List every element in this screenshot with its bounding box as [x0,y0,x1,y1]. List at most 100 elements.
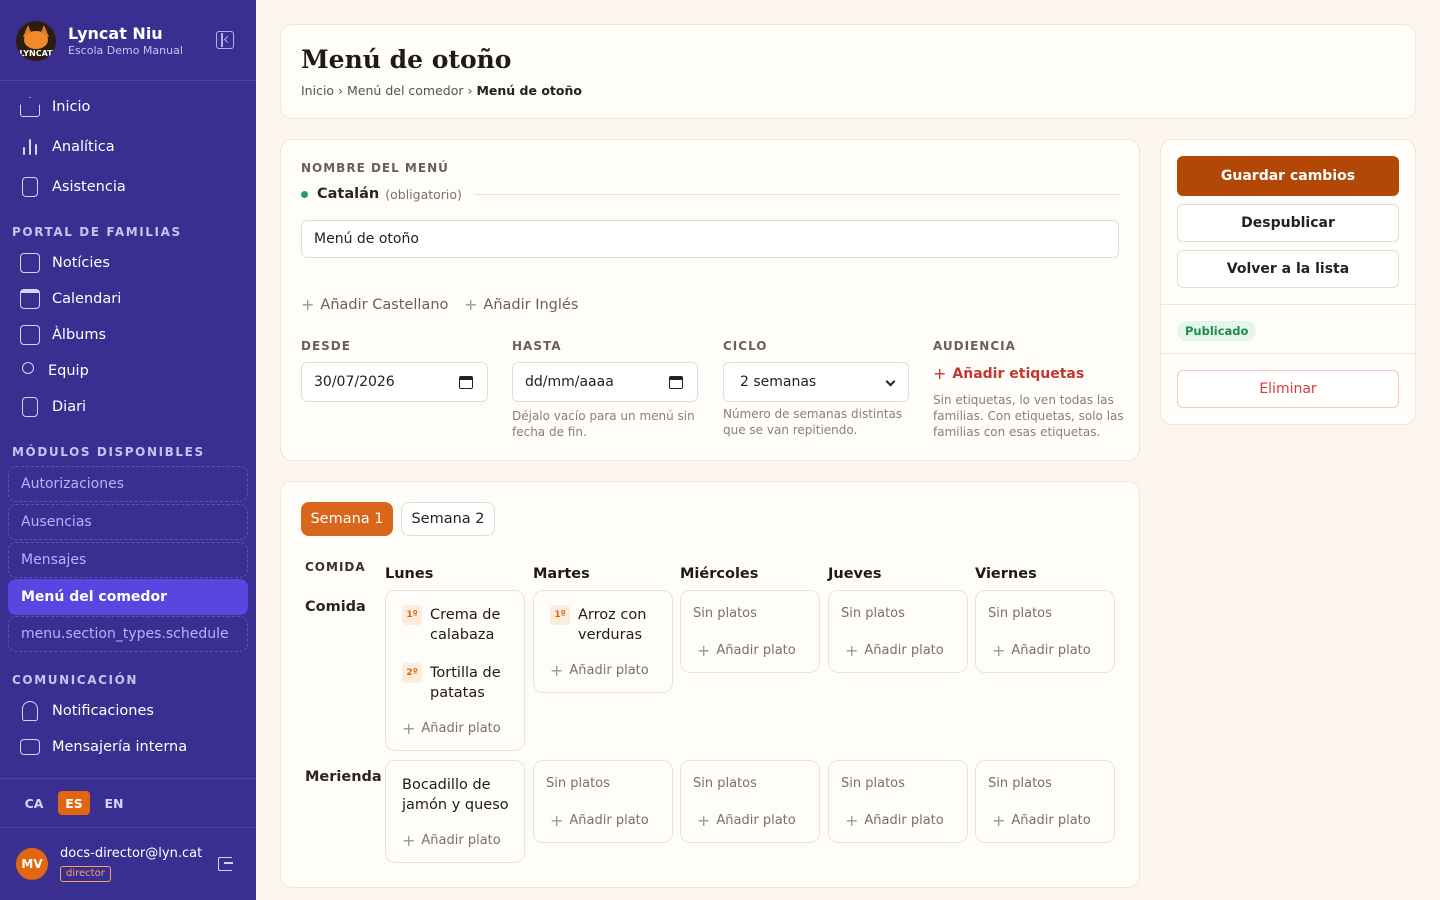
ciclo-value: 2 semanas [740,374,817,390]
breadcrumb: Inicio › Menú del comedor › Menú de otoñ… [301,83,582,98]
ciclo-label: CICLO [723,339,768,353]
calendar-icon[interactable] [669,376,683,389]
chat-icon [20,739,40,755]
add-tags-button[interactable]: + Añadir etiquetas [933,364,1084,383]
brand[interactable]: LYNCAT Lyncat Niu Escola Demo Manual [16,20,183,62]
status-badge: Publicado [1177,321,1257,341]
sidebar-item-diari[interactable]: Diari [20,395,86,419]
home-icon [20,97,40,117]
sidebar-item-label: Notícies [52,255,110,271]
plus-icon: + [464,295,478,314]
sidebar-item-noticies[interactable]: Notícies [20,251,110,275]
lang-es[interactable]: ES [58,791,90,815]
meal-column-header: COMIDA [305,560,366,574]
add-dish-button[interactable]: + Añadir plato [402,831,501,850]
plus-icon: + [992,641,1006,660]
module-ausencias[interactable]: Ausencias [8,504,248,540]
sidebar-item-label: Inicio [52,99,91,115]
sidebar-item-label: Analítica [52,139,115,155]
sidebar-item-inicio[interactable]: Inicio [20,95,90,119]
section-title-comunicacion: COMUNICACIÓN [12,673,139,687]
add-dish-button[interactable]: + Añadir plato [697,641,796,660]
sidebar-item-asistencia[interactable]: Asistencia [20,175,126,199]
sidebar-item-albums[interactable]: Àlbums [20,323,106,347]
hasta-placeholder: dd/mm/aaaa [525,374,614,390]
module-autorizaciones[interactable]: Autorizaciones [8,466,248,502]
breadcrumb-inicio[interactable]: Inicio [301,83,334,98]
tab-semana-1[interactable]: Semana 1 [301,502,393,536]
dish-name-line: Arroz con [578,607,647,623]
add-ingles-button[interactable]: + Añadir Inglés [464,295,578,314]
plus-icon: + [697,641,711,660]
dish-name-line: calabaza [430,627,495,643]
hasta-date-input[interactable]: dd/mm/aaaa [512,362,698,402]
module-schedule[interactable]: menu.section_types.schedule [8,616,248,652]
bell-icon [22,701,38,721]
day-header-viernes: Viernes [975,566,1037,582]
sidebar-item-notificaciones[interactable]: Notificaciones [20,699,154,723]
empty-text: Sin platos [693,776,757,791]
lang-en[interactable]: EN [98,791,130,815]
save-button[interactable]: Guardar cambios [1177,156,1399,196]
chevron-down-icon [885,376,896,387]
dish-item[interactable]: 1º Crema de calabaza [402,605,500,645]
back-to-list-button[interactable]: Volver a la lista [1177,250,1399,288]
menu-cell-comida-lunes: 1º Crema de calabaza 2º Tortilla de patata… [385,590,525,751]
course-badge: 1º [550,605,570,625]
menu-cell-merienda-martes: Sin platos + Añadir plato [533,760,673,843]
add-dish-button[interactable]: + Añadir plato [992,811,1091,830]
menu-name-input[interactable]: Menú de otoño [301,220,1119,258]
plus-icon: + [992,811,1006,830]
add-dish-label: Añadir plato [421,721,501,736]
collapse-sidebar-icon[interactable] [216,31,234,49]
desde-date-input[interactable]: 30/07/2026 [301,362,488,402]
avatar[interactable]: MV [16,848,48,880]
divider [1161,353,1415,354]
day-header-miercoles: Miércoles [680,566,759,582]
user-profile: MV docs-director@lyn.cat director [16,846,202,882]
dish-item[interactable]: Bocadillo de jamón y queso [402,775,509,815]
desde-label: DESDE [301,339,351,353]
module-menu-comedor[interactable]: Menú del comedor [8,579,248,615]
add-dish-button[interactable]: + Añadir plato [992,641,1091,660]
dish-item[interactable]: 1º Arroz con verduras [550,605,646,645]
day-header-lunes: Lunes [385,566,434,582]
language-name: Catalán [317,186,380,202]
module-mensajes[interactable]: Mensajes [8,542,248,578]
dish-name-line: verduras [578,627,643,643]
plus-icon: + [845,811,859,830]
add-dish-label: Añadir plato [716,643,796,658]
tab-semana-2[interactable]: Semana 2 [401,502,495,536]
add-dish-button[interactable]: + Añadir plato [550,811,649,830]
add-dish-button[interactable]: + Añadir plato [697,811,796,830]
lyncat-logo: LYNCAT [16,21,56,61]
ciclo-help: Número de semanas distintas que se van r… [723,407,903,437]
empty-text: Sin platos [841,606,905,621]
breadcrumb-menu-comedor[interactable]: Menú del comedor [347,83,463,98]
logout-icon[interactable] [218,857,233,871]
hasta-help: Déjalo vacío para un menú sin fecha de f… [512,409,695,439]
plus-icon: + [550,661,564,680]
plus-icon: + [402,831,416,850]
lang-ca[interactable]: CA [18,791,50,815]
menu-details-form: NOMBRE DEL MENÚ Catalán (obligatorio) Me… [280,139,1140,461]
sidebar-item-calendari[interactable]: Calendari [20,287,121,311]
language-switcher: CA ES EN [0,778,256,828]
newspaper-icon [20,253,40,273]
sidebar-item-analitica[interactable]: Analítica [20,135,115,159]
meal-label-comida: Comida [305,599,366,615]
unpublish-button[interactable]: Despublicar [1177,204,1399,242]
add-dish-button[interactable]: + Añadir plato [845,811,944,830]
add-dish-button[interactable]: + Añadir plato [550,661,649,680]
language-row: Catalán (obligatorio) [301,186,1121,202]
add-dish-button[interactable]: + Añadir plato [402,719,501,738]
sidebar-item-equip[interactable]: Equip [20,359,89,383]
dish-item[interactable]: 2º Tortilla de patatas [402,663,501,703]
calendar-icon[interactable] [459,376,473,389]
delete-button[interactable]: Eliminar [1177,370,1399,408]
add-castellano-button[interactable]: + Añadir Castellano [301,295,448,314]
divider [0,80,256,81]
ciclo-select[interactable]: 2 semanas [723,362,909,402]
sidebar-item-mensajeria[interactable]: Mensajería interna [20,735,187,759]
add-dish-button[interactable]: + Añadir plato [845,641,944,660]
